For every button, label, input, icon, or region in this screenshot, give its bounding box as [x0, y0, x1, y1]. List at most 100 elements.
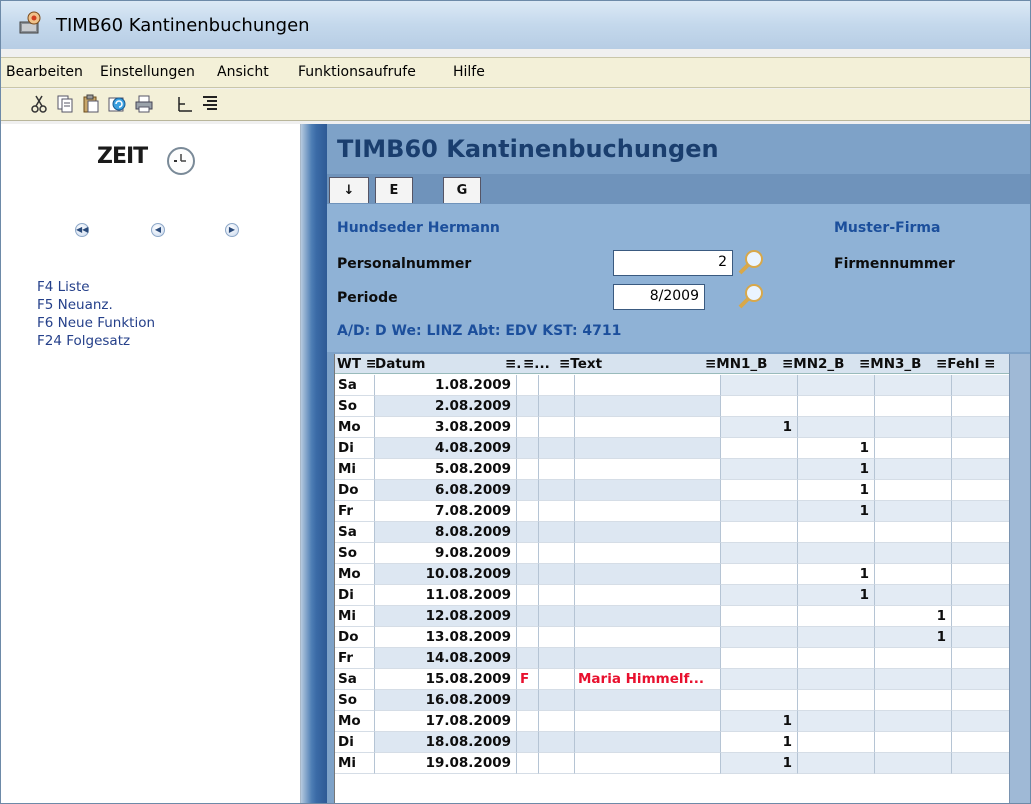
cell-mn1[interactable] [721, 669, 798, 690]
cell-mn2[interactable]: 1 [798, 438, 875, 459]
cell-wt[interactable]: Sa [335, 375, 375, 396]
table-row[interactable]: Do 6.08.2009 1 [335, 480, 1010, 501]
cell-mn3[interactable] [875, 459, 952, 480]
cell-mn1[interactable] [721, 459, 798, 480]
cell-text[interactable] [575, 732, 721, 753]
fkey-f6-neue-funktion[interactable]: F6 Neue Funktion [37, 315, 155, 331]
cell-mn3[interactable]: 1 [875, 627, 952, 648]
cell-mn2[interactable] [798, 522, 875, 543]
cell-wt[interactable]: Di [335, 585, 375, 606]
cell-mn1[interactable] [721, 375, 798, 396]
cell-flag[interactable]: F [517, 669, 539, 690]
cell-mn3[interactable]: 1 [875, 606, 952, 627]
cell-flag[interactable] [517, 564, 539, 585]
cell-wt[interactable]: Mo [335, 564, 375, 585]
cell-mn1[interactable]: 1 [721, 753, 798, 774]
cell-code[interactable] [539, 585, 575, 606]
cell-fehl[interactable] [952, 417, 1010, 438]
pane-splitter[interactable] [301, 124, 327, 803]
cell-flag[interactable] [517, 585, 539, 606]
cell-datum[interactable]: 2.08.2009 [375, 396, 517, 417]
col-wt-header[interactable]: WT ≡ [337, 356, 375, 372]
tree-align-icon[interactable] [176, 94, 196, 114]
cell-mn2[interactable]: 1 [798, 459, 875, 480]
first-record-button[interactable]: ◀◀ [75, 223, 89, 237]
cell-code[interactable] [539, 438, 575, 459]
cell-mn3[interactable] [875, 501, 952, 522]
justify-align-icon[interactable] [200, 94, 220, 114]
tab-e[interactable]: E [375, 177, 413, 203]
cell-code[interactable] [539, 375, 575, 396]
cell-datum[interactable]: 9.08.2009 [375, 543, 517, 564]
table-row[interactable]: Mi 5.08.2009 1 [335, 459, 1010, 480]
cell-text[interactable] [575, 501, 721, 522]
copy-icon[interactable] [55, 94, 75, 114]
table-row[interactable]: So 2.08.2009 [335, 396, 1010, 417]
fkey-f4-liste[interactable]: F4 Liste [37, 279, 90, 295]
cell-fehl[interactable] [952, 732, 1010, 753]
cell-fehl[interactable] [952, 459, 1010, 480]
cell-text[interactable] [575, 606, 721, 627]
menu-bearbeiten[interactable]: Bearbeiten [6, 64, 83, 80]
cell-text[interactable] [575, 396, 721, 417]
cell-flag[interactable] [517, 732, 539, 753]
cell-wt[interactable]: Sa [335, 522, 375, 543]
cell-text[interactable] [575, 690, 721, 711]
cell-datum[interactable]: 17.08.2009 [375, 711, 517, 732]
cell-mn1[interactable] [721, 585, 798, 606]
cell-flag[interactable] [517, 480, 539, 501]
table-row[interactable]: Mo 17.08.2009 1 [335, 711, 1010, 732]
cell-code[interactable] [539, 648, 575, 669]
cell-wt[interactable]: Mi [335, 606, 375, 627]
cell-mn3[interactable] [875, 753, 952, 774]
cell-mn2[interactable] [798, 606, 875, 627]
cell-wt[interactable]: Di [335, 732, 375, 753]
cell-fehl[interactable] [952, 375, 1010, 396]
cell-datum[interactable]: 3.08.2009 [375, 417, 517, 438]
fkey-f5-neuanz[interactable]: F5 Neuanz. [37, 297, 113, 313]
cell-mn2[interactable] [798, 627, 875, 648]
cell-mn2[interactable]: 1 [798, 501, 875, 522]
cell-datum[interactable]: 11.08.2009 [375, 585, 517, 606]
search-periode-icon[interactable] [737, 282, 765, 310]
tab-g[interactable]: G [443, 177, 481, 203]
cell-wt[interactable]: Do [335, 480, 375, 501]
cell-wt[interactable]: So [335, 543, 375, 564]
cell-mn2[interactable] [798, 753, 875, 774]
cell-mn2[interactable] [798, 543, 875, 564]
cell-fehl[interactable] [952, 627, 1010, 648]
table-row[interactable]: Di 18.08.2009 1 [335, 732, 1010, 753]
cell-code[interactable] [539, 711, 575, 732]
cell-mn2[interactable]: 1 [798, 480, 875, 501]
cell-text[interactable] [575, 627, 721, 648]
cell-fehl[interactable] [952, 522, 1010, 543]
col-mn1-header[interactable]: ≡MN1_B [705, 356, 782, 372]
cell-mn3[interactable] [875, 522, 952, 543]
menu-ansicht[interactable]: Ansicht [217, 64, 269, 80]
cell-text[interactable] [575, 438, 721, 459]
cell-code[interactable] [539, 690, 575, 711]
cell-text[interactable] [575, 480, 721, 501]
cell-flag[interactable] [517, 543, 539, 564]
cell-datum[interactable]: 15.08.2009 [375, 669, 517, 690]
cell-datum[interactable]: 19.08.2009 [375, 753, 517, 774]
print-icon[interactable] [134, 94, 154, 114]
table-row[interactable]: Fr 7.08.2009 1 [335, 501, 1010, 522]
cell-text[interactable] [575, 648, 721, 669]
cell-mn3[interactable] [875, 375, 952, 396]
grid-vertical-scrollbar[interactable] [1009, 354, 1030, 803]
cell-mn2[interactable] [798, 648, 875, 669]
cell-mn2[interactable]: 1 [798, 564, 875, 585]
cell-wt[interactable]: Fr [335, 648, 375, 669]
periode-field[interactable]: 8/2009 [613, 284, 705, 310]
col-mn3-header[interactable]: ≡MN3_B [859, 356, 936, 372]
cell-mn1[interactable] [721, 543, 798, 564]
cell-text[interactable] [575, 543, 721, 564]
table-row[interactable]: Sa 8.08.2009 [335, 522, 1010, 543]
cell-mn1[interactable] [721, 606, 798, 627]
cell-mn2[interactable] [798, 732, 875, 753]
cell-mn2[interactable] [798, 417, 875, 438]
cell-flag[interactable] [517, 522, 539, 543]
cell-mn1[interactable] [721, 690, 798, 711]
cell-flag[interactable] [517, 459, 539, 480]
